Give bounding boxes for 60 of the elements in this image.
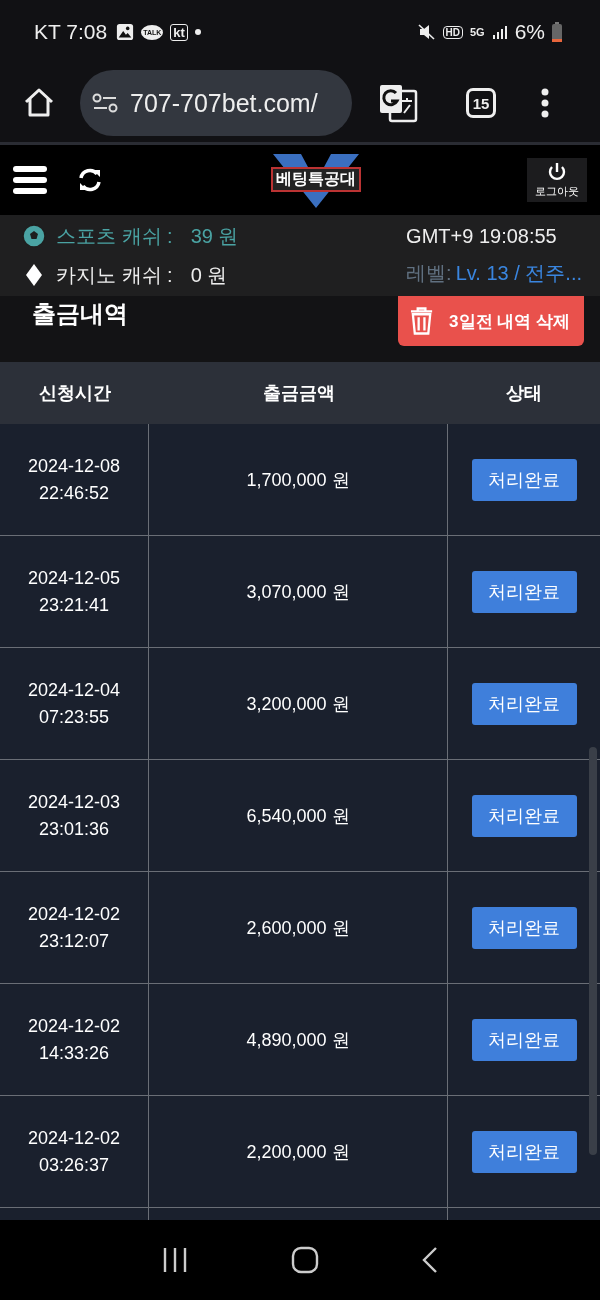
sports-cash-label: 스포츠 캐쉬 : — [56, 223, 173, 249]
status-time: KT 7:08 — [34, 20, 108, 44]
table-cell: 2024-12-08 22:46:52 — [0, 424, 149, 535]
trash-icon — [410, 307, 434, 335]
carrier-badge: kt — [170, 23, 188, 41]
status-button[interactable]: 처리완료 — [471, 458, 577, 501]
table-cell: 2024-12-02 14:33:26 — [0, 984, 149, 1095]
table-cell: 2024-12-04 07:23:55 — [0, 648, 149, 759]
column-header: 신청시간 — [37, 382, 112, 405]
battery-icon — [552, 22, 562, 42]
back-icon[interactable] — [421, 1246, 439, 1274]
level-value: Lv. 13 / 전주... — [455, 260, 582, 286]
signal-icon — [491, 24, 508, 40]
site-logo[interactable]: 베팅특공대 — [271, 152, 361, 208]
gallery-icon — [116, 23, 135, 41]
site-settings-icon[interactable] — [92, 93, 118, 113]
address-bar[interactable]: 707-707bet.com/ — [80, 70, 352, 136]
table-cell: 2024-12-02 03:26:37 — [0, 1096, 149, 1207]
table-cell: 2024-12-02 23:12:07 — [0, 872, 149, 983]
tab-count-button[interactable]: 15 — [466, 88, 496, 118]
status-button[interactable]: 처리완료 — [471, 906, 577, 949]
casino-cash-label: 카지노 캐쉬 : — [56, 262, 173, 288]
status-button[interactable]: 처리완료 — [471, 794, 577, 837]
table-cell: 3,200,000 원 — [149, 648, 448, 759]
status-button[interactable]: 처리완료 — [471, 682, 577, 725]
mute-icon — [417, 23, 436, 41]
network-type-label: 5G — [469, 26, 485, 38]
table-cell: 4,890,000 원 — [149, 984, 448, 1095]
column-header: 상태 — [505, 382, 543, 405]
soccer-ball-icon — [22, 224, 46, 248]
clock: GMT+9 19:08:55 — [406, 224, 558, 248]
table-cell: 6,540,000 원 — [149, 760, 448, 871]
scrollbar[interactable] — [589, 747, 597, 1155]
hd-badge: HD — [442, 25, 463, 39]
translate-icon[interactable] — [378, 83, 418, 123]
refresh-icon[interactable] — [77, 167, 103, 193]
page-title: 출금내역 — [32, 299, 128, 329]
dot-icon — [194, 29, 201, 35]
table-cell: 2024-12-05 23:21:41 — [0, 536, 149, 647]
table-cell: 2024-12-03 23:01:36 — [0, 760, 149, 871]
logout-button[interactable]: 로그아웃 — [527, 158, 587, 202]
delete-history-button[interactable]: 3일전 내역 삭제 — [398, 296, 584, 346]
level-label: 레벨: — [406, 260, 452, 286]
recent-apps-icon[interactable] — [161, 1246, 189, 1274]
column-header: 출금금액 — [261, 382, 336, 405]
menu-icon[interactable] — [540, 88, 550, 118]
casino-cash-value: 0 원 — [190, 262, 228, 288]
table-cell: 2,200,000 원 — [149, 1096, 448, 1207]
status-button[interactable]: 처리완료 — [471, 1130, 577, 1173]
table-cell: 1,700,000 원 — [149, 424, 448, 535]
table-cell: 3,070,000 원 — [149, 536, 448, 647]
status-button[interactable]: 처리완료 — [471, 1018, 577, 1061]
battery-percent: 6% — [514, 20, 545, 44]
status-button[interactable]: 처리완료 — [471, 570, 577, 613]
table-cell: 2,600,000 원 — [149, 872, 448, 983]
home-icon[interactable] — [22, 86, 56, 120]
sports-cash-value: 39 원 — [190, 223, 239, 249]
home-button-icon[interactable] — [291, 1246, 319, 1274]
menu-icon[interactable] — [13, 165, 47, 195]
power-icon — [547, 161, 567, 182]
